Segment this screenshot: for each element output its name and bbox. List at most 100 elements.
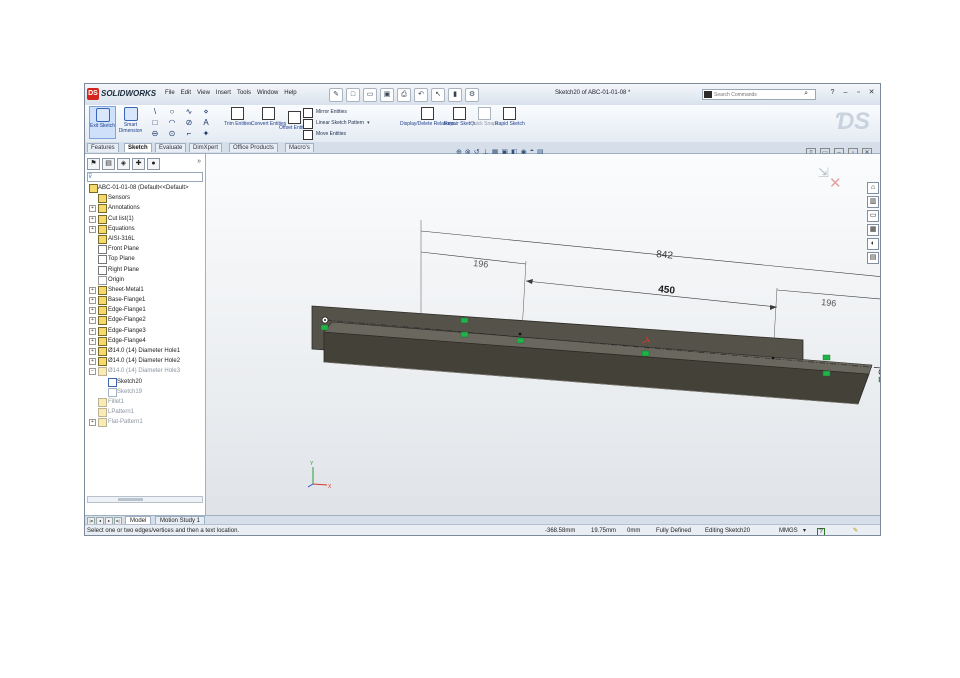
tree-filter[interactable]: ⊽ [87,172,203,182]
menu-file[interactable]: File [165,90,175,96]
configurationmanager-tab-icon[interactable]: ◈ [117,158,130,170]
units-caret[interactable]: ▾ [803,527,806,535]
tree-item-annotations[interactable]: + Annotations [87,203,205,214]
rectangle-icon[interactable]: □ [148,118,162,127]
expand-icon[interactable]: + [89,307,96,315]
expand-icon[interactable]: + [89,286,96,294]
expand-icon[interactable]: + [89,225,96,233]
arc-icon[interactable]: ◠ [165,118,179,127]
menu-edit[interactable]: Edit [181,90,191,96]
expand-icon[interactable]: + [89,297,96,305]
point-icon[interactable]: ⋄ [199,107,213,116]
select-icon[interactable]: ↖ [431,88,445,102]
scrollbar-thumb[interactable] [118,498,143,501]
expand-icon[interactable]: + [89,327,96,335]
tree-item-hole-2[interactable]: + Ø14.0 (14) Diameter Hole2 [87,356,205,367]
sketch-point-1[interactable] [518,332,522,336]
expand-icon[interactable]: + [89,337,96,345]
tree-item-right-plane[interactable]: Right Plane [87,265,205,275]
new-document-icon[interactable]: □ [346,88,360,102]
search-commands-box[interactable]: ⌕ [702,89,816,100]
dimension-middle[interactable]: 450 [658,284,676,297]
tree-item-hole-1[interactable]: + Ø14.0 (14) Diameter Hole1 [87,346,205,356]
sketch-point-2[interactable] [771,356,775,360]
menu-view[interactable]: View [197,90,210,96]
dimxpertmanager-tab-icon[interactable]: ✚ [132,158,145,170]
tree-item-top-plane[interactable]: Top Plane [87,254,205,265]
circle-icon[interactable]: ○ [165,107,179,116]
propertymanager-tab-icon[interactable]: ▤ [102,158,115,170]
ellipse-icon[interactable]: ⊘ [182,118,196,127]
tree-item-sketch19[interactable]: Sketch19 [87,387,205,397]
collapse-icon[interactable]: − [89,368,96,376]
displaymanager-tab-icon[interactable]: ● [147,158,160,170]
dimension-right[interactable]: 196 [821,297,837,308]
design-library-icon[interactable]: ▥ [867,196,879,208]
move-entities-button[interactable]: Move Entities [303,129,370,140]
undo-icon[interactable]: ↶ [414,88,428,102]
tree-item-front-plane[interactable]: Front Plane [87,244,205,255]
tab-sketch[interactable]: Sketch [124,143,152,152]
cancel-x-icon[interactable]: ✕ [829,174,842,192]
menu-insert[interactable]: Insert [216,90,231,96]
dimension-left[interactable]: 196 [473,258,489,270]
tree-item-edge-flange-3[interactable]: + Edge-Flange3 [87,326,205,336]
trim-entities-button[interactable]: Trim Entities [224,107,252,127]
tree-item-sensors[interactable]: Sensors [87,193,205,204]
fillet-icon[interactable]: ⌐ [182,129,196,138]
appearances-icon[interactable]: ◐ [867,238,879,250]
tree-item-lpattern[interactable]: LPattern1 [87,407,205,418]
tree-item-material[interactable]: AISI-316L [87,234,205,244]
dimension-overall[interactable]: 842 [656,249,674,262]
tree-item-base-flange[interactable]: + Base-Flange1 [87,295,205,306]
rapid-sketch-button[interactable]: Rapid Sketch [495,107,525,127]
tree-item-equations[interactable]: + Equations [87,224,205,234]
tree-item-flat-pattern[interactable]: + Flat-Pattern1 [87,417,205,428]
expand-panel-icon[interactable]: » [197,158,201,165]
plane-icon[interactable]: ✦ [199,129,213,138]
expand-icon[interactable]: + [89,205,96,213]
tab-evaluate[interactable]: Evaluate [155,143,187,152]
tree-item-edge-flange-2[interactable]: + Edge-Flange2 [87,315,205,326]
view-palette-icon[interactable]: ▦ [867,224,879,236]
tree-horizontal-scrollbar[interactable] [87,496,203,503]
expand-icon[interactable]: + [89,358,96,366]
tab-dimxpert[interactable]: DimXpert [189,143,223,152]
tree-item-edge-flange-4[interactable]: + Edge-Flange4 [87,336,205,346]
tree-item-sketch20[interactable]: Sketch20 [87,377,205,387]
exit-sketch-button[interactable]: Exit Sketch [89,106,116,139]
rebuild-icon[interactable]: ▮ [448,88,462,102]
tree-item-origin[interactable]: Origin [87,275,205,285]
rebuild-status-icon[interactable]: ✎ [853,527,858,535]
units-selector[interactable]: MMGS [779,527,798,535]
restore-icon[interactable]: ▫ [854,88,863,97]
tab-office-products[interactable]: Office Products [229,143,278,152]
graphics-area[interactable]: 842 196 450 196 Y X ⇲ ✕ ⌂ ▥ ▭ ▦ ◐ ▤ [206,154,881,516]
confirm-ok-icon[interactable]: ⇲ [818,165,829,181]
close-icon[interactable]: ✕ [867,88,876,97]
options-icon[interactable]: ⚙ [465,88,479,102]
model-viewport[interactable]: 842 196 450 196 Y X [206,154,881,516]
hole-right[interactable] [878,369,881,375]
text-icon[interactable]: A [199,118,213,127]
tree-item-fillet[interactable]: Fillet1 [87,397,205,407]
solidworks-logo[interactable]: DS SOLIDWORKS [87,88,156,101]
tree-item-cut-list[interactable]: + Cut list(1) [87,214,205,224]
menu-window[interactable]: Window [257,90,278,96]
resources-icon[interactable]: ⌂ [867,182,879,194]
help-icon[interactable]: ? [828,88,837,97]
tab-macros[interactable]: Macro's [285,143,314,152]
expand-icon[interactable]: + [89,215,96,223]
minimize-icon[interactable]: – [841,88,850,97]
search-scope-icon[interactable] [704,91,712,98]
help-status-icon[interactable]: ? [817,528,825,535]
menu-tools[interactable]: Tools [237,90,251,96]
open-folder-icon[interactable]: ▭ [363,88,377,102]
search-icon[interactable]: ⌕ [804,90,808,98]
linear-sketch-pattern-button[interactable]: Linear Sketch Pattern ▾ [303,118,370,129]
smart-dimension-button[interactable]: Smart Dimension [117,106,144,139]
line-icon[interactable]: \ [148,107,162,116]
expand-icon[interactable]: + [89,348,96,355]
search-input[interactable] [714,90,794,99]
tree-item-sheet-metal[interactable]: + Sheet-Metal1 [87,285,205,295]
